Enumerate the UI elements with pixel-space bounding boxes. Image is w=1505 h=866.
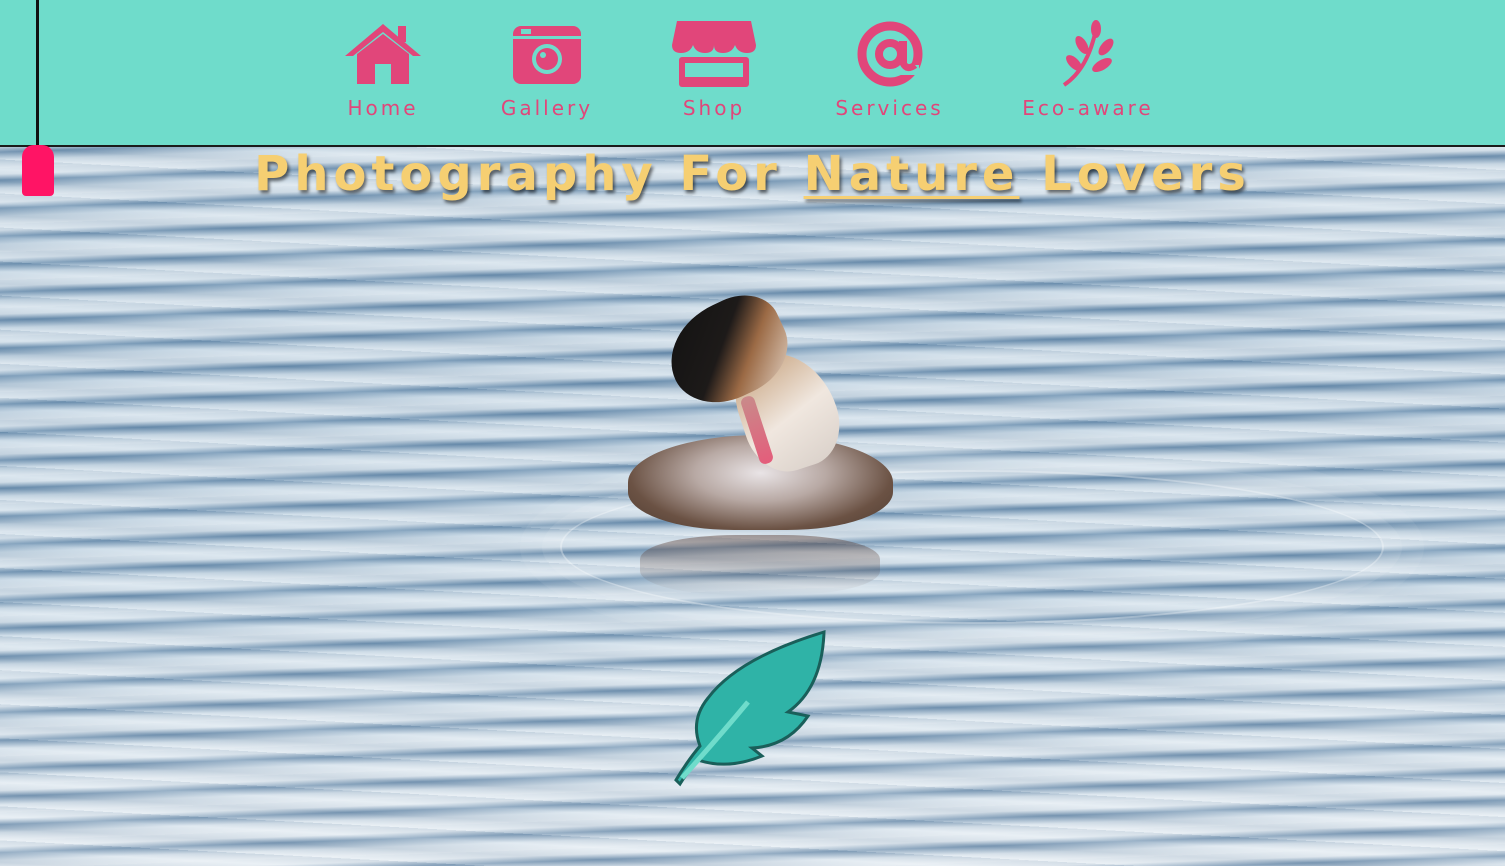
bird-reflection — [640, 535, 880, 595]
nav-gallery-label: Gallery — [500, 96, 594, 120]
camera-icon — [511, 18, 583, 90]
nav-shop[interactable]: Shop — [670, 18, 758, 128]
feather-icon[interactable] — [668, 628, 833, 788]
nav-home[interactable]: Home — [338, 18, 428, 128]
hero-title-part1: Photography For — [254, 146, 804, 202]
home-icon — [343, 18, 423, 90]
nav-eco-aware[interactable]: Eco-aware — [1018, 18, 1158, 128]
hero-title-part2: Lovers — [1019, 146, 1251, 202]
grebe-bird-photo — [620, 282, 900, 595]
nav-home-label: Home — [347, 96, 419, 120]
leaf-branch-icon — [1058, 18, 1118, 90]
nav-gallery[interactable]: Gallery — [497, 18, 597, 128]
top-navbar: Home Gallery Shop Services Eco-aware — [0, 0, 1505, 147]
hero-title: Photography For Nature Lovers — [0, 146, 1505, 202]
slider-track — [36, 0, 39, 150]
hero-title-highlight[interactable]: Nature — [804, 146, 1020, 202]
store-icon — [671, 18, 757, 90]
nav-shop-label: Shop — [682, 96, 746, 120]
nav-services-label: Services — [835, 96, 944, 120]
nav-services[interactable]: Services — [832, 18, 947, 128]
nav-eco-aware-label: Eco-aware — [1022, 96, 1154, 120]
slider-handle[interactable] — [22, 145, 54, 196]
at-sign-icon — [855, 18, 925, 90]
